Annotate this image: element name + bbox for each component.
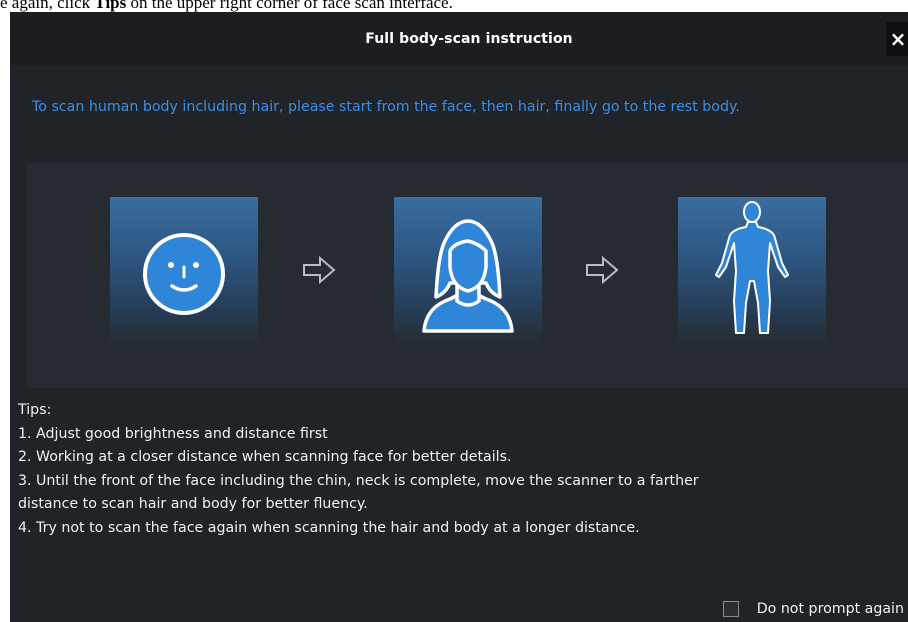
context-prefix: e again, click — [0, 0, 95, 12]
dialog-titlebar: Full body-scan instruction — [10, 12, 908, 65]
step-card-full-body — [678, 197, 826, 345]
context-suffix: on the upper right corner of face scan i… — [126, 0, 453, 12]
tip-line: 2. Working at a closer distance when sca… — [18, 449, 512, 465]
tip-line: 1. Adjust good brightness and distance f… — [18, 425, 328, 442]
dialog-body: To scan human body including hair, pleas… — [10, 65, 908, 622]
tips-heading: Tips: — [18, 402, 52, 418]
tips-section: Tips: 1. Adjust good brightness and dist… — [18, 399, 903, 540]
tip-line: distance to scan hair and body for bette… — [18, 496, 368, 512]
full-body-icon — [715, 201, 789, 334]
context-instruction-text: e again, click Tips on the upper right c… — [0, 0, 908, 12]
face-icon — [143, 233, 225, 315]
hair-person-icon — [422, 219, 514, 333]
scan-steps-panel — [27, 163, 908, 388]
do-not-prompt-checkbox[interactable] — [722, 601, 739, 617]
dialog-title: Full body-scan instruction — [365, 30, 573, 47]
arrow-right-icon — [586, 255, 619, 285]
intro-text: To scan human body including hair, pleas… — [32, 99, 740, 115]
step-card-face — [110, 197, 258, 345]
step-card-hair — [394, 197, 542, 345]
close-button[interactable]: × — [886, 22, 908, 56]
arrow-right-icon — [303, 255, 336, 285]
body-scan-instruction-dialog: Full body-scan instruction × To scan hum… — [10, 12, 908, 622]
tip-line: 4. Try not to scan the face again when s… — [18, 519, 640, 536]
dialog-footer: Do not prompt again — [722, 598, 908, 620]
context-bold-tips: Tips — [94, 0, 127, 12]
do-not-prompt-label[interactable]: Do not prompt again — [757, 601, 908, 617]
tip-line: 3. Until the front of the face including… — [18, 472, 699, 489]
